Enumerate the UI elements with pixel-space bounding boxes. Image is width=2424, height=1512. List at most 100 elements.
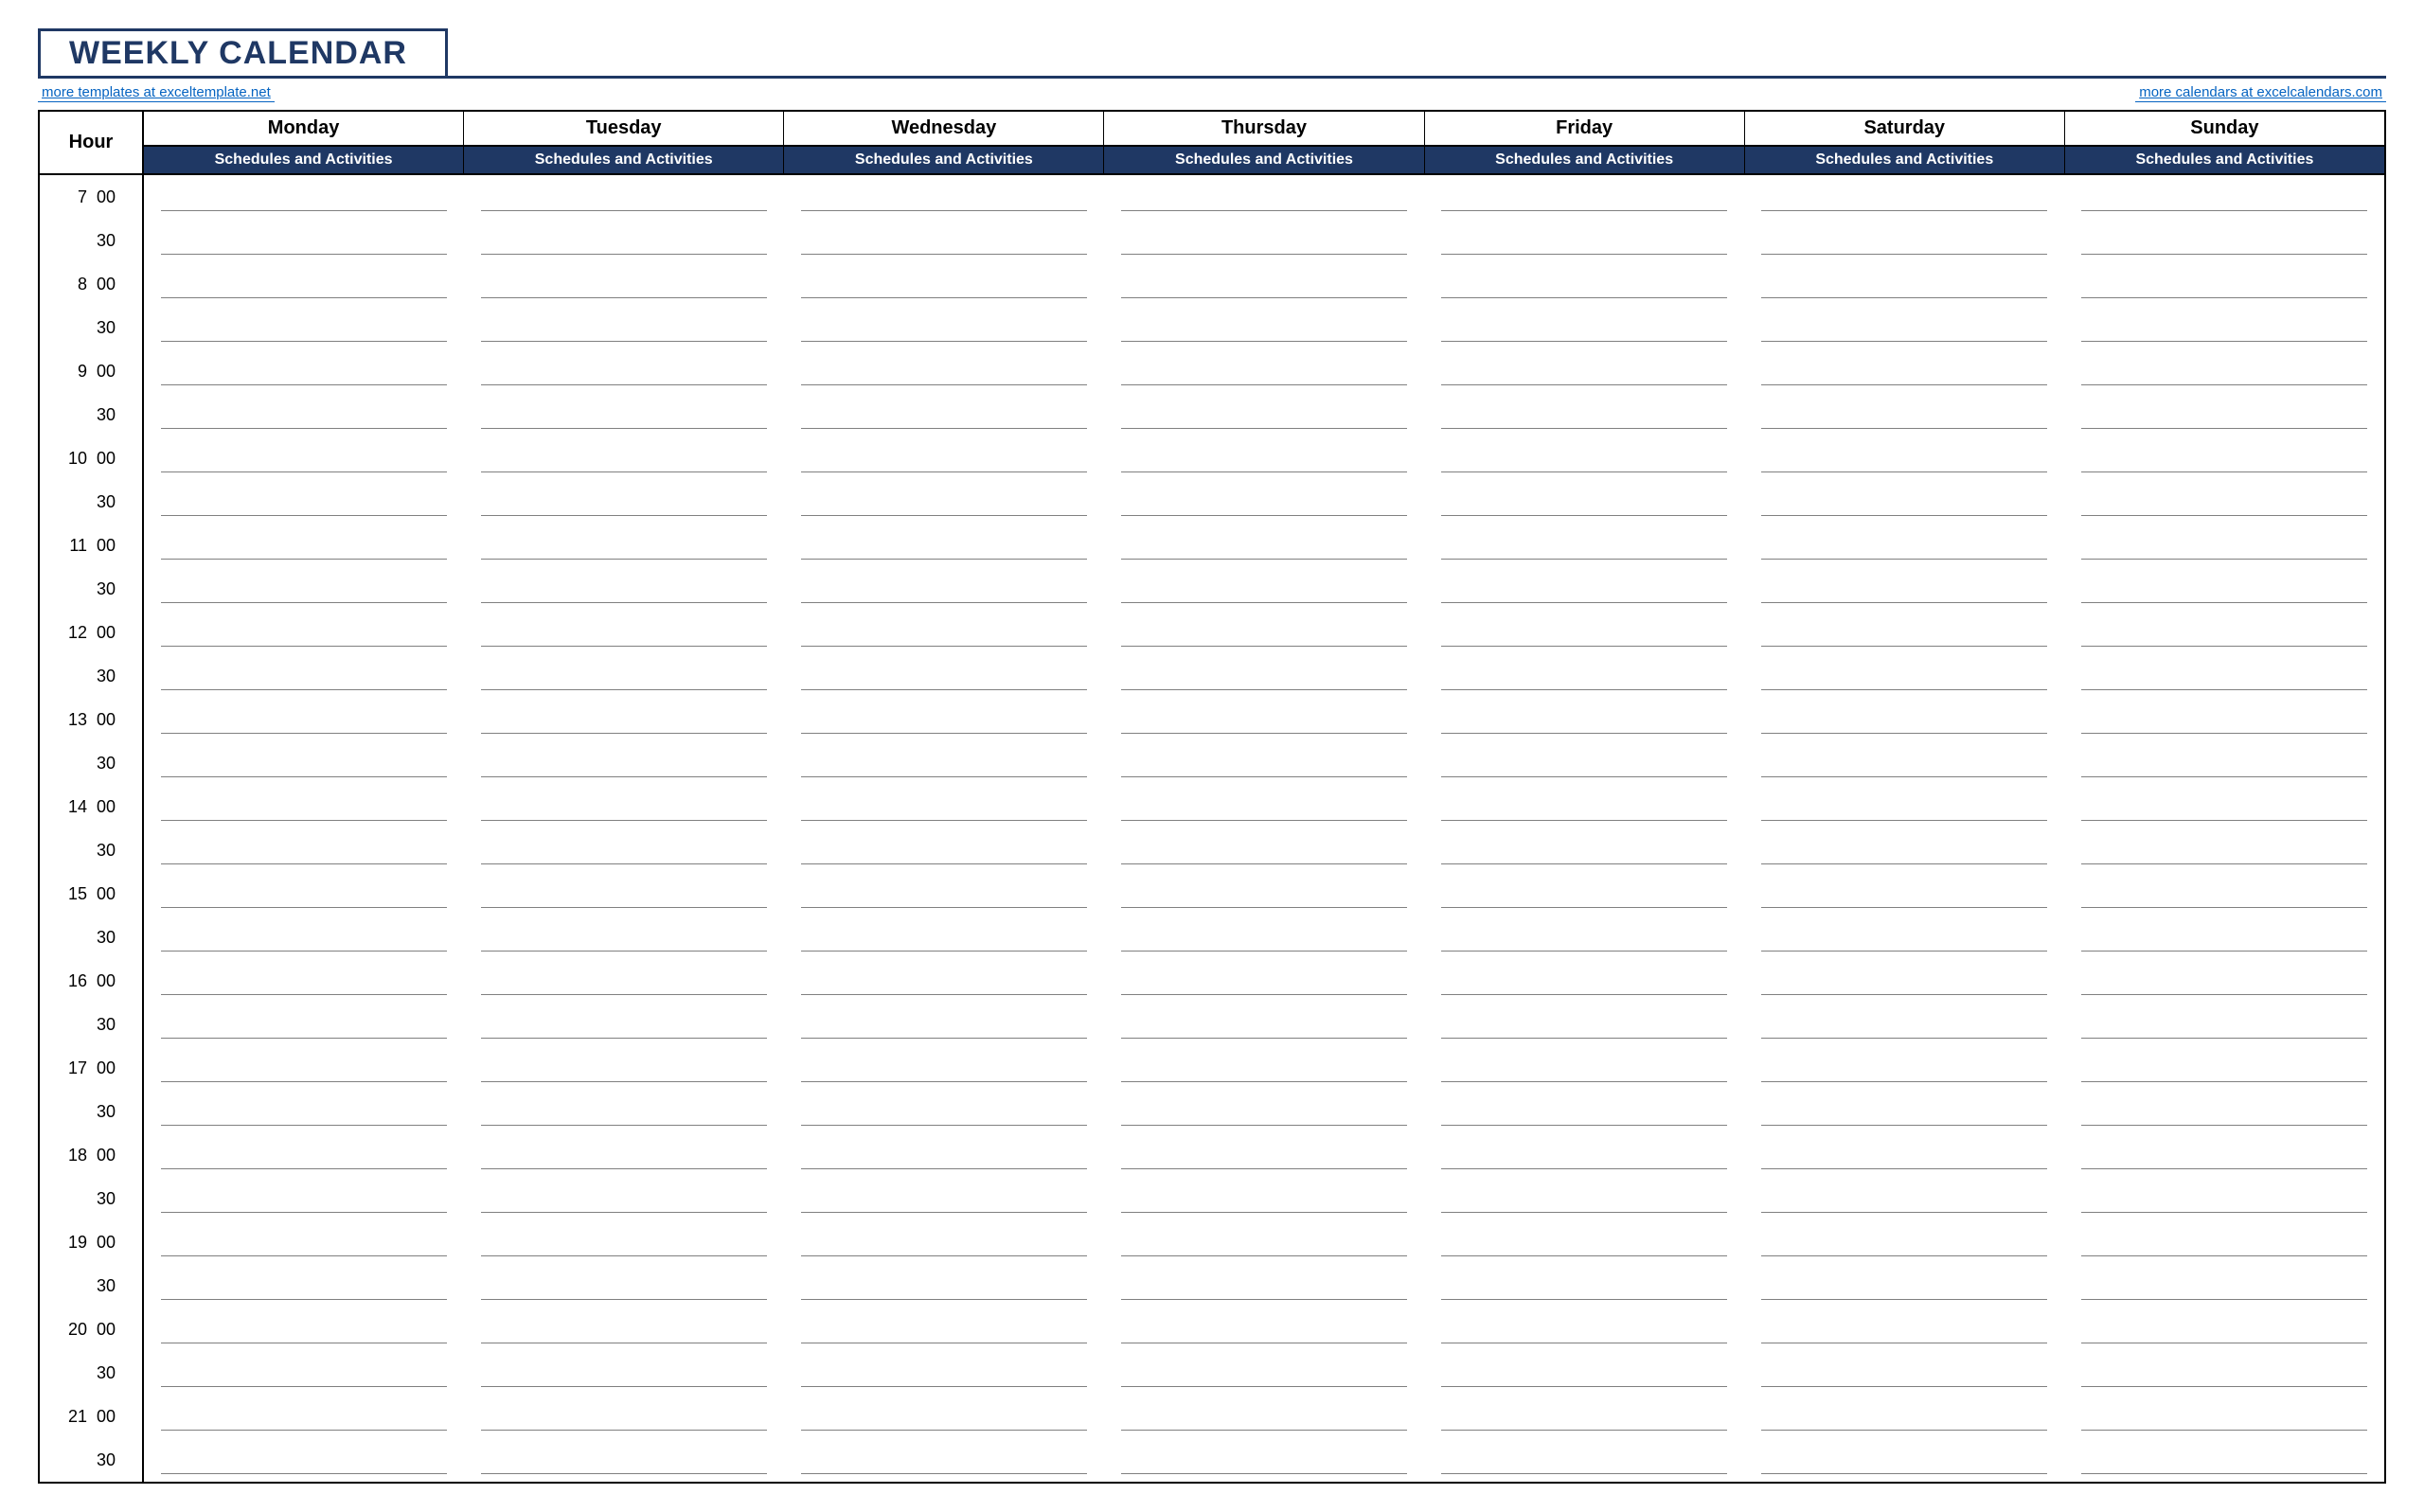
schedule-cell[interactable] <box>2064 436 2384 480</box>
schedule-cell[interactable] <box>2064 1351 2384 1395</box>
schedule-cell[interactable] <box>144 1264 464 1307</box>
schedule-cell[interactable] <box>2064 1090 2384 1133</box>
schedule-cell[interactable] <box>1744 1177 2064 1220</box>
schedule-cell[interactable] <box>144 785 464 828</box>
schedule-cell[interactable] <box>464 567 784 611</box>
schedule-cell[interactable] <box>1744 524 2064 567</box>
schedule-cell[interactable] <box>1744 1133 2064 1177</box>
schedule-cell[interactable] <box>784 872 1104 916</box>
schedule-cell[interactable] <box>1744 1003 2064 1046</box>
schedule-cell[interactable] <box>1744 567 2064 611</box>
schedule-cell[interactable] <box>1424 698 1744 741</box>
schedule-cell[interactable] <box>1424 306 1744 349</box>
schedule-cell[interactable] <box>784 1307 1104 1351</box>
schedule-cell[interactable] <box>2064 1177 2384 1220</box>
schedule-cell[interactable] <box>2064 872 2384 916</box>
schedule-cell[interactable] <box>2064 698 2384 741</box>
schedule-cell[interactable] <box>464 654 784 698</box>
schedule-cell[interactable] <box>2064 1307 2384 1351</box>
schedule-cell[interactable] <box>784 654 1104 698</box>
schedule-cell[interactable] <box>144 436 464 480</box>
schedule-cell[interactable] <box>1104 1264 1424 1307</box>
schedule-cell[interactable] <box>2064 480 2384 524</box>
schedule-cell[interactable] <box>1744 785 2064 828</box>
schedule-cell[interactable] <box>784 959 1104 1003</box>
schedule-cell[interactable] <box>144 741 464 785</box>
schedule-cell[interactable] <box>464 349 784 393</box>
schedule-cell[interactable] <box>464 872 784 916</box>
schedule-cell[interactable] <box>1104 654 1424 698</box>
schedule-cell[interactable] <box>1104 1090 1424 1133</box>
schedule-cell[interactable] <box>1744 1438 2064 1482</box>
schedule-cell[interactable] <box>144 393 464 436</box>
schedule-cell[interactable] <box>1104 1395 1424 1438</box>
schedule-cell[interactable] <box>1744 1090 2064 1133</box>
schedule-cell[interactable] <box>1424 1438 1744 1482</box>
schedule-cell[interactable] <box>1424 916 1744 959</box>
schedule-cell[interactable] <box>2064 916 2384 959</box>
schedule-cell[interactable] <box>1424 436 1744 480</box>
schedule-cell[interactable] <box>1424 785 1744 828</box>
schedule-cell[interactable] <box>1104 567 1424 611</box>
schedule-cell[interactable] <box>784 524 1104 567</box>
link-more-templates[interactable]: more templates at exceltemplate.net <box>38 84 275 102</box>
schedule-cell[interactable] <box>1424 393 1744 436</box>
schedule-cell[interactable] <box>2064 567 2384 611</box>
schedule-cell[interactable] <box>1104 306 1424 349</box>
schedule-cell[interactable] <box>1744 741 2064 785</box>
schedule-cell[interactable] <box>1424 1395 1744 1438</box>
schedule-cell[interactable] <box>464 1177 784 1220</box>
schedule-cell[interactable] <box>464 611 784 654</box>
schedule-cell[interactable] <box>2064 1395 2384 1438</box>
schedule-cell[interactable] <box>1424 480 1744 524</box>
schedule-cell[interactable] <box>2064 785 2384 828</box>
schedule-cell[interactable] <box>144 262 464 306</box>
schedule-cell[interactable] <box>464 1003 784 1046</box>
schedule-cell[interactable] <box>784 698 1104 741</box>
schedule-cell[interactable] <box>1744 916 2064 959</box>
schedule-cell[interactable] <box>144 1090 464 1133</box>
schedule-cell[interactable] <box>1744 1307 2064 1351</box>
schedule-cell[interactable] <box>464 436 784 480</box>
schedule-cell[interactable] <box>2064 959 2384 1003</box>
schedule-cell[interactable] <box>144 1395 464 1438</box>
schedule-cell[interactable] <box>144 611 464 654</box>
schedule-cell[interactable] <box>784 567 1104 611</box>
schedule-cell[interactable] <box>1104 1003 1424 1046</box>
schedule-cell[interactable] <box>1744 480 2064 524</box>
schedule-cell[interactable] <box>2064 1220 2384 1264</box>
schedule-cell[interactable] <box>1424 1264 1744 1307</box>
schedule-cell[interactable] <box>784 436 1104 480</box>
schedule-cell[interactable] <box>2064 1003 2384 1046</box>
schedule-cell[interactable] <box>2064 741 2384 785</box>
schedule-cell[interactable] <box>1424 872 1744 916</box>
schedule-cell[interactable] <box>464 916 784 959</box>
schedule-cell[interactable] <box>1424 219 1744 262</box>
schedule-cell[interactable] <box>1424 611 1744 654</box>
schedule-cell[interactable] <box>784 1395 1104 1438</box>
schedule-cell[interactable] <box>784 1220 1104 1264</box>
schedule-cell[interactable] <box>2064 262 2384 306</box>
schedule-cell[interactable] <box>464 1307 784 1351</box>
schedule-cell[interactable] <box>144 1177 464 1220</box>
schedule-cell[interactable] <box>1104 349 1424 393</box>
schedule-cell[interactable] <box>144 567 464 611</box>
schedule-cell[interactable] <box>2064 393 2384 436</box>
schedule-cell[interactable] <box>1104 916 1424 959</box>
schedule-cell[interactable] <box>1424 175 1744 219</box>
schedule-cell[interactable] <box>464 262 784 306</box>
schedule-cell[interactable] <box>144 1438 464 1482</box>
schedule-cell[interactable] <box>1424 349 1744 393</box>
schedule-cell[interactable] <box>2064 611 2384 654</box>
schedule-cell[interactable] <box>144 219 464 262</box>
schedule-cell[interactable] <box>1744 611 2064 654</box>
schedule-cell[interactable] <box>1424 1090 1744 1133</box>
schedule-cell[interactable] <box>1744 436 2064 480</box>
schedule-cell[interactable] <box>464 1090 784 1133</box>
schedule-cell[interactable] <box>464 828 784 872</box>
schedule-cell[interactable] <box>1104 698 1424 741</box>
schedule-cell[interactable] <box>144 480 464 524</box>
schedule-cell[interactable] <box>1424 828 1744 872</box>
schedule-cell[interactable] <box>464 1264 784 1307</box>
schedule-cell[interactable] <box>1744 1351 2064 1395</box>
